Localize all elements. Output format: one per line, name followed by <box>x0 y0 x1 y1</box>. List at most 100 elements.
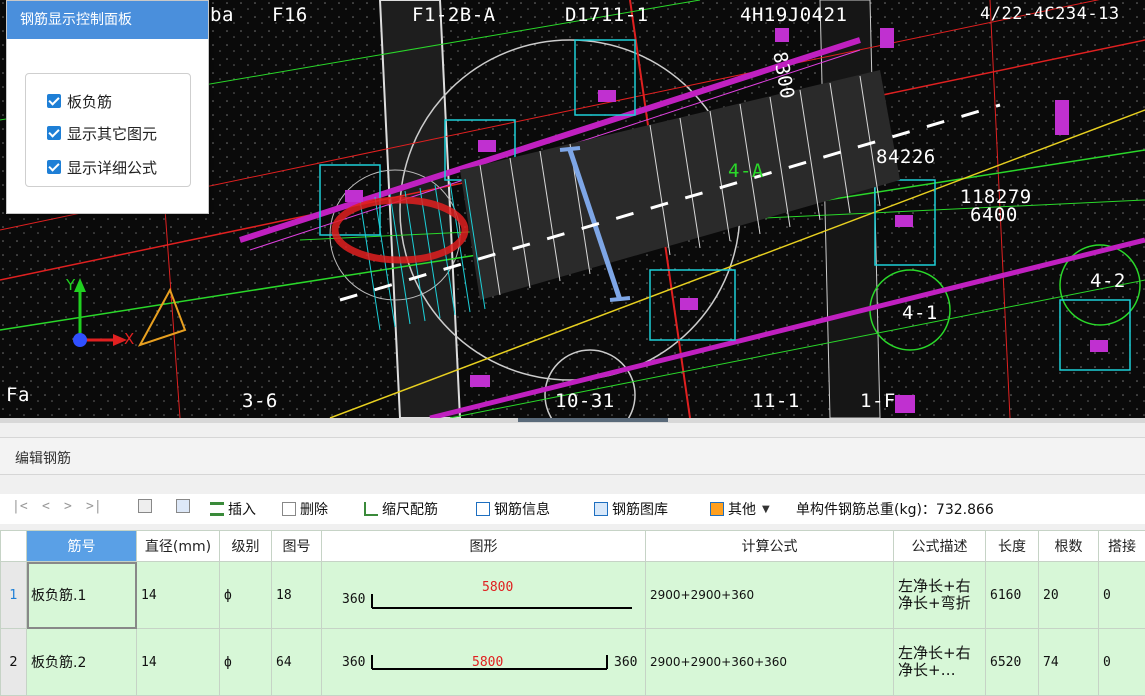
formula-cell[interactable]: 2900+2900+360+360 <box>646 629 894 696</box>
figure-number-cell[interactable]: 18 <box>272 562 322 629</box>
insert-button[interactable]: 插入 <box>210 499 256 519</box>
shape-main-value: 5800 <box>472 655 503 670</box>
arrow-down-icon <box>176 499 190 513</box>
panel-splitter[interactable] <box>0 418 1145 423</box>
column-header[interactable]: 计算公式 <box>646 531 894 562</box>
checkbox-slab-negative-rebar[interactable]: 板负筋 <box>47 89 112 113</box>
checkbox-show-detailed-formula[interactable]: 显示详细公式 <box>47 155 157 179</box>
cad-label: 10-31 <box>555 390 615 412</box>
column-header[interactable]: 搭接 <box>1099 531 1145 562</box>
shape-right-value: 360 <box>614 655 637 670</box>
splitter-grip[interactable] <box>518 418 668 422</box>
cad-label: 4-2 <box>1090 270 1126 292</box>
row-number[interactable]: 1 <box>1 562 27 629</box>
checkbox-checked-icon[interactable] <box>47 126 61 140</box>
table-row[interactable]: 1 板负筋.1 14 ф 18 360 5800 2900+2900+360 左… <box>1 562 1145 629</box>
rebar-toolbar: |< < > >| 插入 删除 缩尺配筋 钢筋信息 钢筋图库 其他 ▼ 单构件钢筋… <box>0 494 1145 524</box>
row-number-header <box>1 531 27 562</box>
rebar-info-label: 钢筋信息 <box>494 499 550 519</box>
checkbox-label: 显示其它图元 <box>67 123 157 144</box>
checkbox-show-other-elements[interactable]: 显示其它图元 <box>47 121 157 145</box>
count-cell[interactable]: 74 <box>1039 629 1099 696</box>
formula-description-cell[interactable]: 左净长+右净长+… <box>894 629 986 696</box>
figure-number-cell[interactable]: 64 <box>272 629 322 696</box>
cad-label: F1-2B-A <box>412 4 496 26</box>
column-header[interactable]: 根数 <box>1039 531 1099 562</box>
first-record-button[interactable]: |< <box>12 499 28 514</box>
scale-rebar-button[interactable]: 缩尺配筋 <box>364 499 438 519</box>
column-header[interactable]: 图号 <box>272 531 322 562</box>
rebar-name-cell[interactable]: 板负筋.2 <box>27 629 137 696</box>
scale-icon <box>364 502 378 516</box>
gear-document-icon <box>710 502 724 516</box>
shape-left-value: 360 <box>342 592 365 607</box>
formula-cell[interactable]: 2900+2900+360 <box>646 562 894 629</box>
column-header[interactable]: 长度 <box>986 531 1039 562</box>
move-up-button[interactable] <box>138 499 156 513</box>
formula-description-cell[interactable]: 左净长+右净长+弯折 <box>894 562 986 629</box>
column-header[interactable]: 公式描述 <box>894 531 986 562</box>
delete-label: 删除 <box>300 499 328 519</box>
dropdown-arrow-icon: ▼ <box>762 504 770 515</box>
cad-label: ba <box>210 4 234 26</box>
rebar-name-cell[interactable]: 板负筋.1 <box>27 562 137 629</box>
shape-left-value: 360 <box>342 655 365 670</box>
length-cell[interactable]: 6160 <box>986 562 1039 629</box>
cad-label: 84226 <box>876 146 936 168</box>
move-down-button[interactable] <box>176 499 194 513</box>
table-row[interactable]: 2 板负筋.2 14 ф 64 360 5800 360 2900+2900+3… <box>1 629 1145 696</box>
table-header-row: 筋号 直径(mm) 级别 图号 图形 计算公式 公式描述 长度 根数 搭接 <box>1 531 1145 562</box>
column-header[interactable]: 级别 <box>220 531 272 562</box>
cad-label: 4-A <box>728 160 764 182</box>
grade-cell[interactable]: ф <box>220 562 272 629</box>
shape-cell[interactable]: 360 5800 <box>322 562 646 629</box>
other-label: 其他 <box>728 499 756 519</box>
insert-label: 插入 <box>228 499 256 519</box>
total-weight-text: 单构件钢筋总重(kg)：732.866 <box>796 499 994 519</box>
checkbox-checked-icon[interactable] <box>47 94 61 108</box>
checkbox-label: 显示详细公式 <box>67 157 157 178</box>
cad-label: 4-1 <box>902 302 938 324</box>
rebar-library-button[interactable]: 钢筋图库 <box>594 499 668 519</box>
row-number[interactable]: 2 <box>1 629 27 696</box>
delete-icon <box>282 502 296 516</box>
cad-label: Fa <box>6 384 30 406</box>
cad-label: D1711-1 <box>565 4 649 26</box>
cad-label: 11-1 <box>752 390 800 412</box>
document-icon <box>476 502 490 516</box>
checkbox-label: 板负筋 <box>67 91 112 112</box>
grade-cell[interactable]: ф <box>220 629 272 696</box>
edit-rebar-header: 编辑钢筋 <box>0 437 1145 475</box>
column-header[interactable]: 图形 <box>322 531 646 562</box>
rebar-info-button[interactable]: 钢筋信息 <box>476 499 550 519</box>
cad-label: 6400 <box>970 204 1018 226</box>
last-record-button[interactable]: >| <box>86 499 102 514</box>
cad-label: 4H19J0421 <box>740 4 847 26</box>
diameter-cell[interactable]: 14 <box>137 562 220 629</box>
panel-title[interactable]: 钢筋显示控制面板 <box>7 1 208 39</box>
insert-icon <box>210 502 224 516</box>
lap-cell[interactable]: 0 <box>1099 629 1145 696</box>
delete-button[interactable]: 删除 <box>282 499 328 519</box>
length-cell[interactable]: 6520 <box>986 629 1039 696</box>
column-header[interactable]: 筋号 <box>27 531 137 562</box>
axis-y-label: Y <box>66 276 76 294</box>
arrow-up-icon <box>138 499 152 513</box>
shape-main-value: 5800 <box>482 580 513 595</box>
count-cell[interactable]: 20 <box>1039 562 1099 629</box>
other-dropdown-button[interactable]: 其他 ▼ <box>710 499 770 519</box>
cad-label: 3-6 <box>242 390 278 412</box>
lap-cell[interactable]: 0 <box>1099 562 1145 629</box>
axis-x-label: X <box>124 330 135 348</box>
shape-cell[interactable]: 360 5800 360 <box>322 629 646 696</box>
cad-label: F16 <box>272 4 308 26</box>
scale-rebar-label: 缩尺配筋 <box>382 499 438 519</box>
rebar-table: 筋号 直径(mm) 级别 图号 图形 计算公式 公式描述 长度 根数 搭接 1 … <box>0 530 1145 696</box>
rebar-shape-drawing <box>322 562 646 628</box>
rebar-display-control-panel: 钢筋显示控制面板 板负筋 显示其它图元 显示详细公式 <box>6 0 209 214</box>
prev-record-button[interactable]: < <box>42 499 50 514</box>
checkbox-checked-icon[interactable] <box>47 160 61 174</box>
column-header[interactable]: 直径(mm) <box>137 531 220 562</box>
diameter-cell[interactable]: 14 <box>137 629 220 696</box>
next-record-button[interactable]: > <box>64 499 72 514</box>
